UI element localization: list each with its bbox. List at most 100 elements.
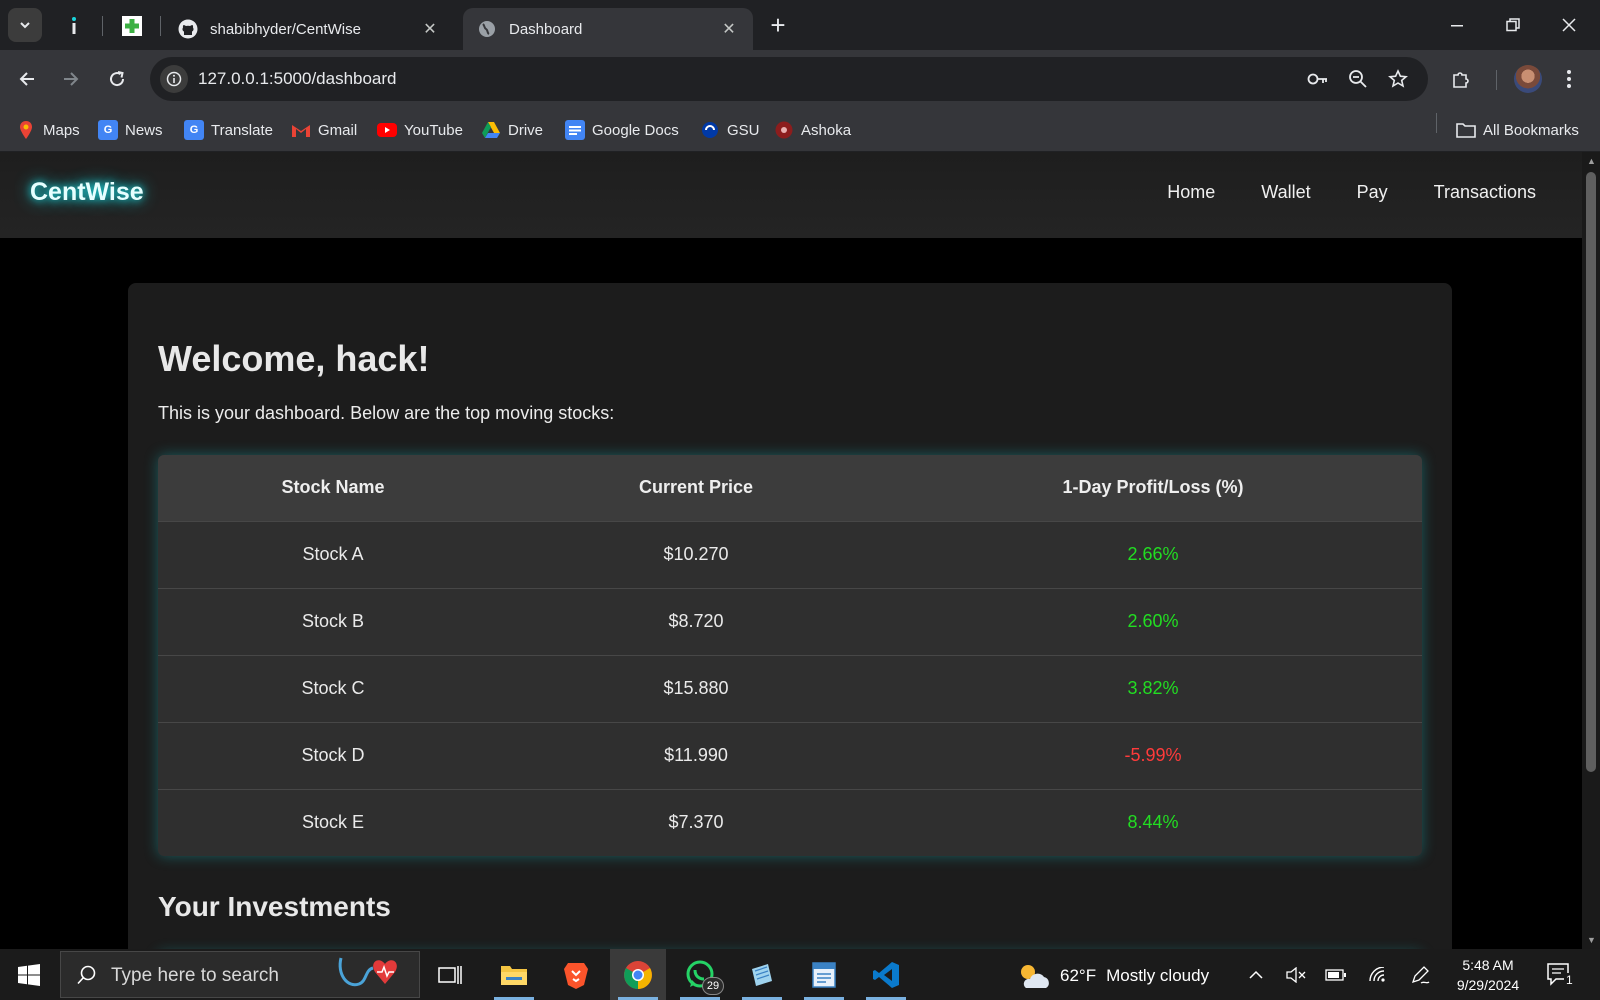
password-key-icon[interactable]	[1306, 67, 1330, 91]
globe-icon	[477, 19, 497, 39]
taskbar-wordpad[interactable]	[796, 949, 852, 1000]
stock-change-cell: 8.44%	[884, 788, 1422, 856]
nav-wallet[interactable]: Wallet	[1261, 182, 1310, 203]
windows-taskbar: Type here to search 29 62°F Mostly cloud…	[0, 949, 1600, 1000]
bookmark-translate[interactable]: G Translate	[184, 118, 273, 142]
weather-temp: 62°F	[1060, 966, 1097, 985]
scrollbar-thumb[interactable]	[1586, 172, 1596, 772]
bookmark-star-icon[interactable]	[1386, 67, 1410, 91]
stock-name-cell: Stock D	[158, 721, 508, 789]
bookmark-gsu[interactable]: GSU	[700, 118, 760, 142]
new-tab-button[interactable]: +	[764, 12, 792, 40]
notifications-button[interactable]: 1	[1546, 961, 1576, 989]
address-bar[interactable]: 127.0.0.1:5000/dashboard	[150, 57, 1428, 101]
battery-icon[interactable]	[1324, 963, 1348, 987]
taskbar-whatsapp[interactable]: 29	[672, 949, 728, 1000]
zoom-icon[interactable]	[1346, 67, 1370, 91]
bookmark-google-docs[interactable]: Google Docs	[565, 118, 679, 142]
bookmark-gmail[interactable]: Gmail	[291, 118, 357, 142]
bookmark-label: News	[125, 121, 163, 139]
browser-toolbar: 127.0.0.1:5000/dashboard	[0, 50, 1600, 108]
windows-logo-icon	[18, 963, 40, 986]
puzzle-icon	[1453, 72, 1469, 88]
menu-button[interactable]	[1552, 62, 1586, 96]
extensions-button[interactable]	[1444, 62, 1478, 96]
toolbar-separator	[1496, 70, 1497, 90]
nav-home[interactable]: Home	[1167, 182, 1215, 203]
taskbar-search-box[interactable]: Type here to search	[60, 951, 420, 998]
reload-button[interactable]	[100, 62, 134, 96]
close-icon	[1562, 18, 1576, 32]
close-icon[interactable]: ✕	[420, 19, 440, 39]
search-icon	[77, 965, 96, 985]
start-button[interactable]	[0, 949, 58, 1000]
taskbar-vscode[interactable]	[858, 949, 914, 1000]
youtube-icon	[377, 120, 397, 140]
task-view-button[interactable]	[422, 949, 478, 1000]
stock-price-cell: $11.990	[508, 721, 884, 789]
gsu-icon	[700, 120, 720, 140]
back-button[interactable]	[10, 62, 44, 96]
bookmark-label: Translate	[211, 121, 273, 139]
tab-github[interactable]: shabibhyder/CentWise ✕	[164, 8, 454, 50]
close-window-button[interactable]	[1546, 10, 1592, 40]
bookmark-ashoka[interactable]: Ashoka	[774, 118, 851, 142]
restore-icon	[1506, 18, 1520, 32]
pinned-tab-2[interactable]	[118, 12, 146, 40]
investments-heading: Your Investments	[158, 891, 391, 922]
taskbar-chrome[interactable]	[610, 949, 666, 1000]
forward-button[interactable]	[54, 62, 88, 96]
tab-dashboard[interactable]: Dashboard ✕	[463, 8, 753, 50]
pen-icon[interactable]	[1408, 963, 1432, 987]
stock-change-cell: 2.66%	[884, 520, 1422, 588]
bookmark-news[interactable]: G News	[98, 118, 163, 142]
all-bookmarks-button[interactable]: All Bookmarks	[1456, 118, 1579, 142]
bookmark-youtube[interactable]: YouTube	[377, 118, 463, 142]
taskbar-brave[interactable]	[548, 949, 604, 1000]
weather-widget[interactable]: 62°F Mostly cloudy	[1016, 961, 1209, 991]
taskbar-file-explorer[interactable]	[486, 949, 542, 1000]
speaker-muted-icon[interactable]	[1284, 963, 1308, 987]
tab-search-button[interactable]	[8, 8, 42, 42]
stock-name-cell: Stock A	[158, 520, 508, 588]
chrome-icon	[624, 960, 652, 989]
folder-icon	[1456, 120, 1476, 140]
pinned-tab-1[interactable]	[60, 12, 88, 40]
scroll-down-arrow-icon[interactable]: ▼	[1587, 935, 1596, 945]
url-text[interactable]: 127.0.0.1:5000/dashboard	[198, 69, 397, 89]
nav-pay[interactable]: Pay	[1357, 182, 1388, 203]
weather-desc: Mostly cloudy	[1106, 966, 1210, 985]
tab-title: Dashboard	[509, 20, 583, 38]
stock-change-cell: 2.60%	[884, 587, 1422, 655]
minimize-button[interactable]	[1434, 10, 1480, 40]
close-icon[interactable]: ✕	[719, 19, 739, 39]
restore-button[interactable]	[1490, 10, 1536, 40]
ashoka-icon	[774, 120, 794, 140]
browser-tab-strip: shabibhyder/CentWise ✕ Dashboard ✕ +	[0, 0, 1600, 50]
brave-lion-icon	[564, 962, 588, 989]
column-header-current-price: Current Price	[508, 455, 884, 521]
page-scrollbar[interactable]: ▲ ▼	[1582, 152, 1600, 949]
main-nav: Home Wallet Pay Transactions	[1167, 182, 1536, 203]
partly-cloudy-icon	[1021, 965, 1049, 988]
clock-date: 9/29/2024	[1456, 977, 1520, 993]
chevron-up-icon[interactable]	[1244, 963, 1268, 987]
bookmark-label: YouTube	[404, 121, 463, 139]
dashboard-card: Welcome, hack! This is your dashboard. B…	[128, 283, 1452, 949]
nav-transactions[interactable]: Transactions	[1434, 182, 1536, 203]
bookmark-maps[interactable]: Maps	[16, 118, 80, 142]
taskbar-notepad[interactable]	[734, 949, 790, 1000]
folder-icon	[501, 965, 527, 985]
github-icon	[178, 19, 198, 39]
bookmark-drive[interactable]: Drive	[481, 118, 543, 142]
scroll-up-arrow-icon[interactable]: ▲	[1587, 156, 1596, 166]
table-header-row: Stock Name Current Price 1-Day Profit/Lo…	[158, 455, 1422, 521]
bookmark-label: Gmail	[318, 121, 358, 139]
wifi-icon[interactable]	[1366, 963, 1390, 987]
brand-logo[interactable]: CentWise	[30, 178, 144, 207]
system-clock[interactable]: 5:48 AM 9/29/2024	[1448, 955, 1528, 995]
site-info-button[interactable]	[160, 65, 188, 93]
maps-pin-icon	[16, 120, 36, 140]
stock-price-cell: $15.880	[508, 654, 884, 722]
profile-avatar[interactable]	[1514, 65, 1542, 93]
